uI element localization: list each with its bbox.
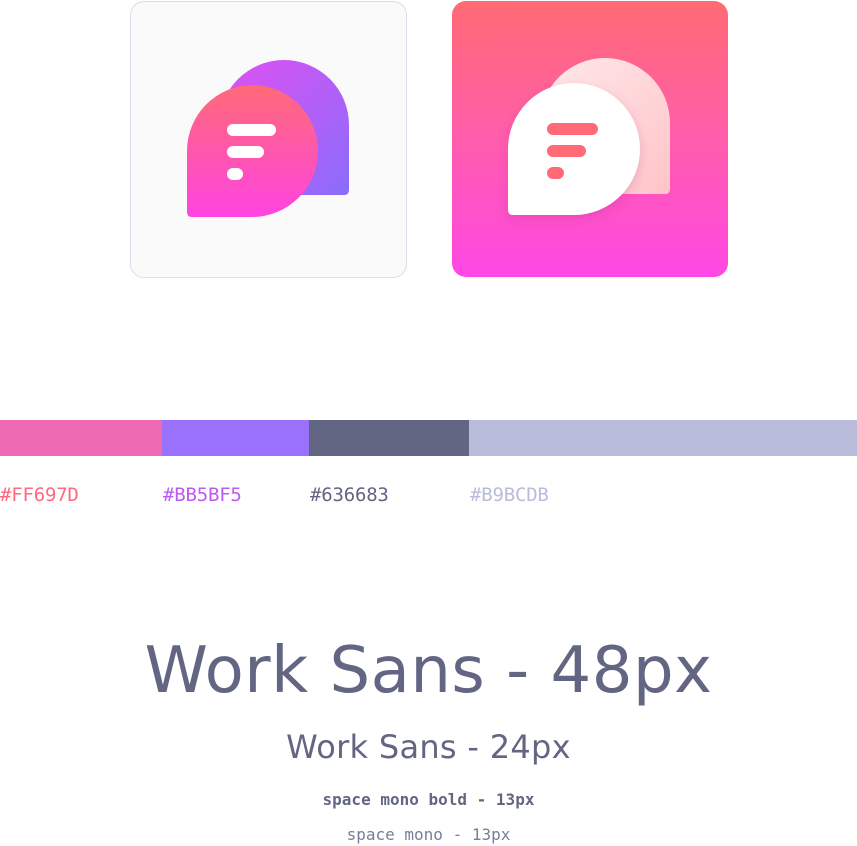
chat-bubble-logo-icon (187, 60, 349, 217)
typography-sample-display: Work Sans - 48px (144, 634, 713, 708)
color-palette-bar (0, 420, 857, 456)
typography-sample-heading: Work Sans - 24px (286, 728, 571, 766)
hex-label-purple: #BB5BF5 (163, 484, 242, 506)
hex-label-pink: #FF697D (0, 484, 79, 506)
color-swatch-purple (162, 420, 309, 456)
hex-label-slate: #636683 (310, 484, 389, 506)
color-swatch-pink (0, 420, 162, 456)
chat-bubble-logo-icon (508, 58, 670, 215)
app-icon-light (130, 1, 407, 278)
app-icon-gradient (452, 1, 728, 277)
color-swatch-slate (309, 420, 469, 456)
hex-label-lavender: #B9BCDB (470, 484, 549, 506)
color-swatch-lavender (469, 420, 857, 456)
typography-sample-mono-bold: space mono bold - 13px (322, 790, 535, 809)
typography-sample-mono: space mono - 13px (346, 825, 511, 844)
